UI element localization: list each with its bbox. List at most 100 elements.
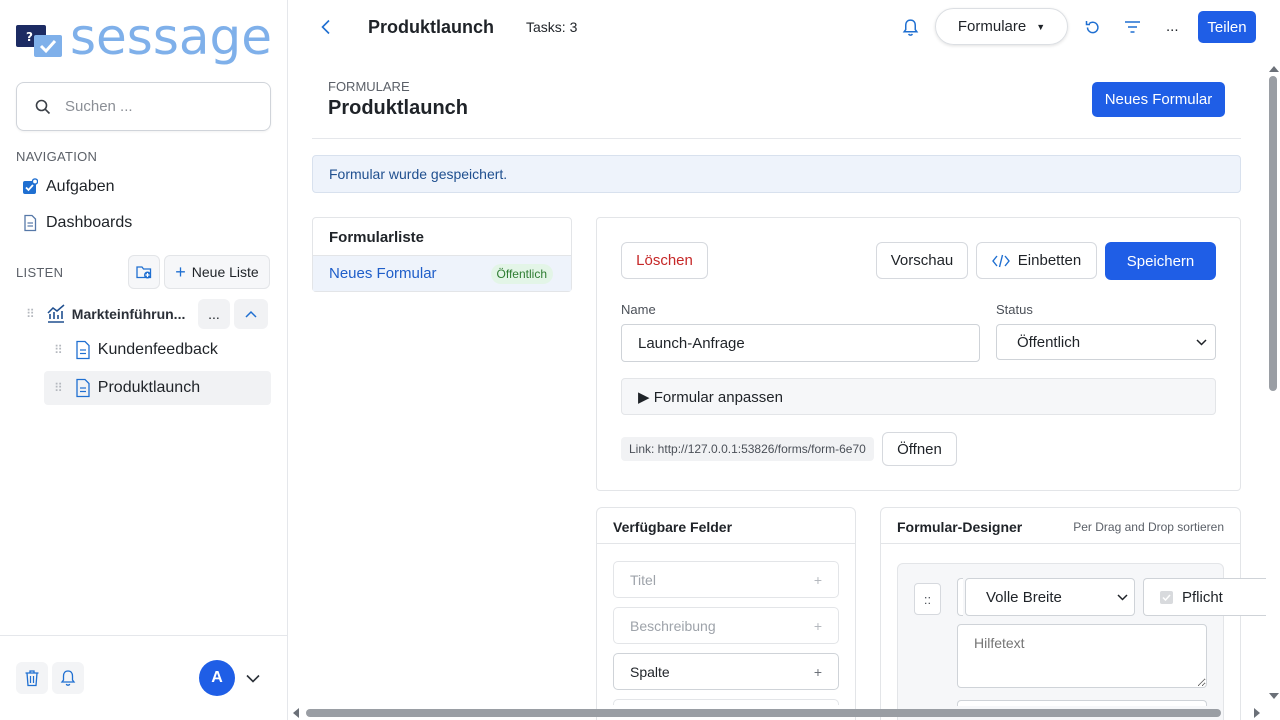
embed-button[interactable]: Einbetten	[976, 242, 1097, 279]
list-item-produktlaunch[interactable]: ⠿ Produktlaunch	[44, 371, 271, 405]
list-item-label: Kundenfeedback	[97, 341, 218, 358]
list-group-more-button[interactable]: ...	[198, 299, 230, 329]
field-option-label: Titel	[630, 571, 656, 588]
page-title: Produktlaunch	[368, 17, 495, 37]
status-select[interactable]: Öffentlich	[996, 324, 1216, 360]
bell-icon	[60, 670, 76, 686]
more-menu-button[interactable]: ...	[1166, 18, 1179, 35]
scroll-up-icon[interactable]	[1267, 64, 1280, 74]
field-option-titel: Titel +	[613, 561, 839, 598]
chart-icon	[47, 304, 65, 323]
name-input[interactable]: Launch-Anfrage	[621, 324, 980, 362]
new-list-button[interactable]: + Neue Liste	[164, 255, 270, 289]
nav-item-aufgaben[interactable]: Aufgaben	[22, 178, 115, 196]
nav-item-dashboards[interactable]: Dashboards	[22, 214, 132, 232]
filter-icon[interactable]	[1124, 20, 1141, 34]
alert-text: Formular wurde gespeichert.	[329, 166, 508, 182]
name-label: Name	[621, 302, 656, 317]
drag-handle[interactable]: ::	[914, 583, 941, 615]
new-folder-button[interactable]	[128, 255, 160, 289]
preview-button[interactable]: Vorschau	[876, 242, 968, 279]
plus-icon: +	[813, 663, 822, 680]
page-heading: Produktlaunch	[328, 97, 469, 119]
avatar[interactable]: A	[199, 660, 235, 696]
drag-handle-icon: ⠿	[26, 307, 35, 321]
customize-label: ▶ Formular anpassen	[638, 388, 783, 406]
link-text: Link: http://127.0.0.1:53826/forms/form-…	[629, 442, 866, 456]
code-icon	[991, 254, 1010, 267]
form-list-item[interactable]: Neues Formular Öffentlich	[313, 255, 571, 291]
nav-item-label: Aufgaben	[46, 178, 115, 195]
drag-handle-icon: ⠿	[54, 381, 63, 395]
nav-item-label: Dashboards	[46, 214, 133, 231]
back-icon[interactable]	[321, 19, 331, 35]
list-item-kundenfeedback[interactable]: ⠿ Kundenfeedback	[54, 338, 270, 362]
view-select-label: Formulare	[957, 18, 1027, 35]
trash-icon	[25, 670, 39, 687]
sidebar: ? sessage NAVIGATION Aufgaben Dashboards…	[0, 0, 288, 720]
horizontal-scrollbar[interactable]	[289, 705, 1266, 720]
chevron-up-icon	[245, 310, 257, 318]
caret-down-icon: ▼	[1036, 21, 1046, 32]
tasks-icon	[23, 178, 38, 194]
scroll-left-icon[interactable]	[291, 706, 301, 720]
document-icon	[24, 214, 37, 232]
save-button[interactable]: Speichern	[1105, 242, 1216, 280]
search-box[interactable]	[16, 82, 271, 131]
logo-icon: ?	[16, 25, 62, 57]
scroll-down-icon[interactable]	[1267, 691, 1280, 701]
status-label: Status	[996, 302, 1033, 317]
field-option-label: Spalte	[630, 663, 670, 680]
customize-form-toggle[interactable]: ▶ Formular anpassen	[621, 378, 1216, 415]
form-designer-title: Formular-Designer	[897, 519, 1023, 535]
chevron-down-icon[interactable]	[246, 674, 260, 683]
view-select[interactable]: Formulare ▼	[935, 8, 1068, 45]
plus-icon: +	[175, 262, 186, 282]
app-logo[interactable]: ? sessage	[16, 12, 272, 68]
field-option-spalte[interactable]: Spalte +	[613, 653, 839, 690]
embed-label: Einbetten	[1017, 252, 1082, 269]
notifications-button[interactable]	[52, 662, 84, 694]
list-item-label: Produktlaunch	[97, 379, 201, 396]
scroll-right-icon[interactable]	[1252, 706, 1262, 720]
new-form-button[interactable]: Neues Formular	[1092, 82, 1225, 117]
form-list-title: Formularliste	[329, 229, 425, 246]
form-list-card: Formularliste Neues Formular Öffentlich	[312, 217, 572, 292]
svg-text:?: ?	[26, 30, 33, 44]
share-button[interactable]: Teilen	[1198, 11, 1256, 43]
chevron-down-icon	[1196, 338, 1207, 346]
folder-add-icon	[136, 266, 152, 279]
name-value: Launch-Anfrage	[638, 334, 745, 352]
bell-icon[interactable]	[902, 18, 919, 37]
required-label: Pflicht	[1182, 588, 1223, 606]
vertical-scrollbar[interactable]	[1266, 64, 1280, 706]
chevron-down-icon	[1117, 593, 1128, 601]
helptext-input[interactable]	[957, 624, 1207, 688]
lists-label: LISTEN	[16, 265, 64, 280]
refresh-icon[interactable]	[1084, 19, 1101, 36]
success-alert: Formular wurde gespeichert.	[312, 155, 1241, 193]
more-icon: ...	[208, 306, 220, 322]
trash-button[interactable]	[16, 662, 48, 694]
section-label: FORMULARE	[328, 79, 410, 94]
open-button[interactable]: Öffnen	[882, 432, 957, 466]
search-input[interactable]	[65, 98, 255, 115]
vertical-scroll-thumb[interactable]	[1269, 76, 1277, 391]
field-label-input-edge[interactable]	[957, 578, 963, 616]
list-group-label: Markteinführun...	[71, 306, 186, 322]
status-value: Öffentlich	[1017, 333, 1081, 351]
search-icon	[35, 99, 51, 114]
delete-button[interactable]: Löschen	[621, 242, 708, 279]
collapse-button[interactable]	[234, 299, 268, 329]
form-link: Link: http://127.0.0.1:53826/forms/form-…	[621, 437, 874, 461]
new-list-label: Neue Liste	[191, 264, 259, 280]
plus-icon: +	[813, 617, 822, 634]
form-name: Neues Formular	[329, 265, 437, 282]
horizontal-scroll-thumb[interactable]	[306, 709, 1221, 717]
checkbox-icon[interactable]	[1160, 590, 1173, 604]
width-select[interactable]: Volle Breite	[965, 578, 1135, 616]
width-value: Volle Breite	[986, 588, 1062, 606]
document-icon	[76, 378, 90, 398]
required-toggle[interactable]: Pflicht	[1143, 578, 1266, 616]
field-option-label: Beschreibung	[630, 617, 716, 634]
